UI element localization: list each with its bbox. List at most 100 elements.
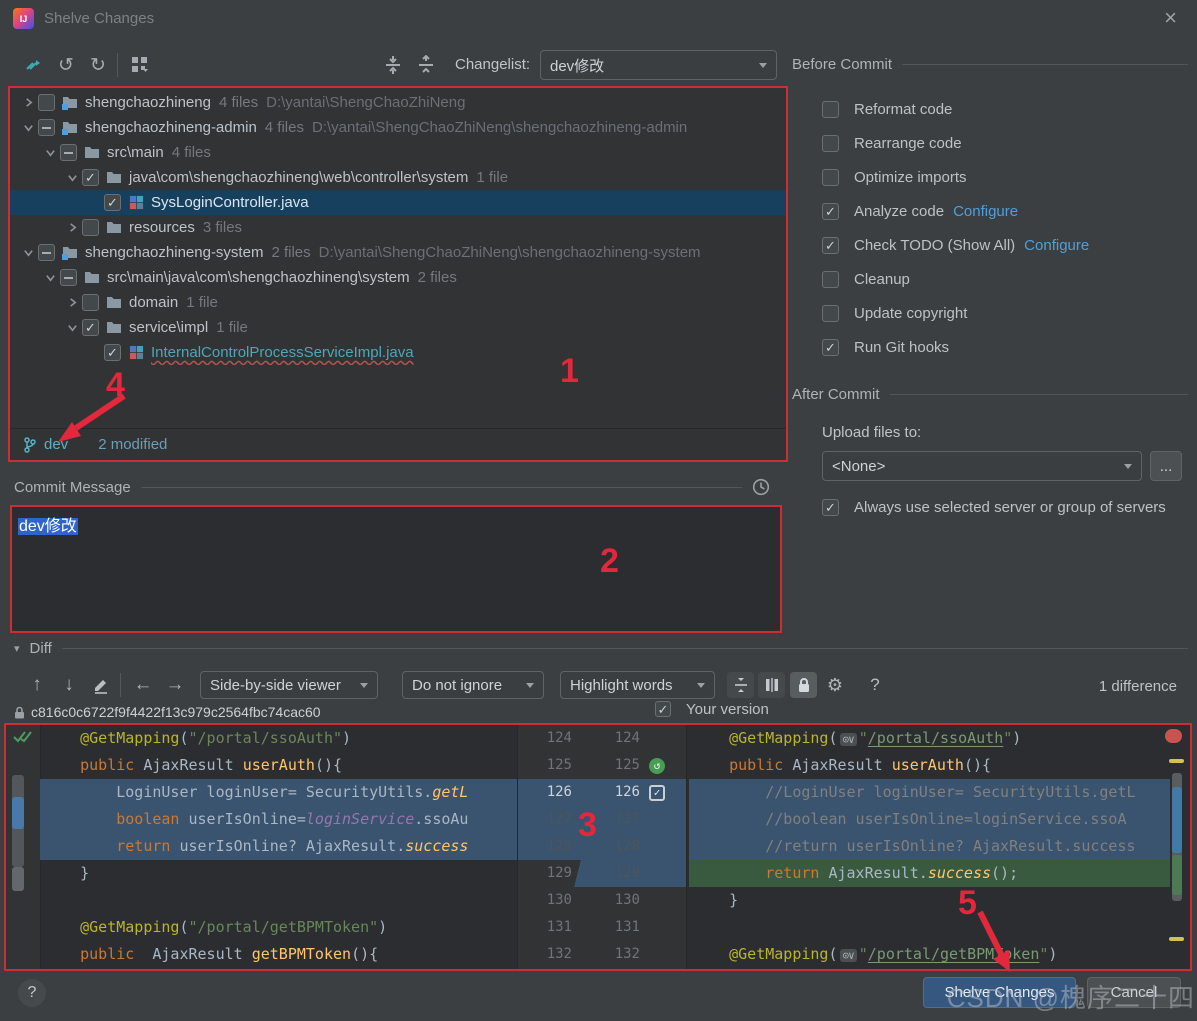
diff-left-editor[interactable]: @GetMapping("/portal/ssoAuth") public Aj… xyxy=(6,725,517,969)
revert-change-icon[interactable]: ↺ xyxy=(649,758,665,774)
changes-tree-panel[interactable]: shengchaozhineng4 filesD:\yantai\ShengCh… xyxy=(8,86,788,462)
diff-right-editor[interactable]: @GetMapping(⊙∨"/portal/ssoAuth") public … xyxy=(685,725,1190,969)
before-commit-option[interactable]: Analyze codeConfigure xyxy=(822,194,1192,228)
gear-settings-icon[interactable]: ⚙ xyxy=(822,672,848,698)
tree-node-checkbox[interactable] xyxy=(60,144,77,161)
whitespace-policy-dropdown[interactable]: Do not ignore xyxy=(402,671,544,699)
next-difference-icon[interactable]: ↓ xyxy=(56,672,82,698)
configure-link[interactable]: Configure xyxy=(953,203,1018,220)
changelist-value: dev修改 xyxy=(550,55,759,76)
chevron-expanded-icon[interactable] xyxy=(62,315,82,340)
upload-more-button[interactable]: ... xyxy=(1150,451,1182,481)
shelve-changes-button[interactable]: Shelve Changes xyxy=(923,977,1076,1008)
tree-row[interactable]: shengchaozhineng-admin4 filesD:\yantai\S… xyxy=(10,115,786,140)
modified-count[interactable]: 2 modified xyxy=(98,436,167,453)
collapse-all-icon[interactable] xyxy=(414,54,438,76)
your-version-row[interactable]: Your version xyxy=(655,697,769,721)
tree-row[interactable]: shengchaozhineng4 filesD:\yantai\ShengCh… xyxy=(10,90,786,115)
edit-pencil-icon[interactable] xyxy=(88,672,114,698)
previous-difference-icon[interactable]: ↑ xyxy=(24,672,50,698)
collapse-triangle-icon[interactable]: ▾ xyxy=(14,642,20,655)
expand-all-icon[interactable] xyxy=(381,54,405,76)
chevron-collapsed-icon[interactable] xyxy=(62,290,82,315)
tree-row[interactable]: resources3 files xyxy=(10,215,786,240)
diff-help-icon[interactable]: ? xyxy=(862,672,888,698)
before-commit-option[interactable]: Cleanup xyxy=(822,262,1192,296)
right-scrollbar-changed-mark[interactable] xyxy=(1172,787,1182,853)
tree-node-checkbox[interactable] xyxy=(38,119,55,136)
tree-node-checkbox[interactable] xyxy=(104,194,121,211)
undo-icon[interactable]: ↺ xyxy=(54,54,78,76)
option-checkbox[interactable] xyxy=(822,135,839,152)
option-label: Optimize imports xyxy=(854,169,967,186)
toolbar-divider xyxy=(117,53,118,77)
always-use-server-row[interactable]: Always use selected server or group of s… xyxy=(822,490,1166,524)
chevron-expanded-icon[interactable] xyxy=(40,265,60,290)
tree-row[interactable]: service\impl1 file xyxy=(10,315,786,340)
next-file-icon[interactable]: → xyxy=(162,672,188,698)
chevron-collapsed-icon[interactable] xyxy=(62,215,82,240)
left-scrollbar-thumb[interactable] xyxy=(12,867,24,891)
your-version-checkbox[interactable] xyxy=(655,701,671,717)
configure-link[interactable]: Configure xyxy=(1024,237,1089,254)
line-number-right: 125 xyxy=(584,752,640,779)
tree-row[interactable]: SysLoginController.java xyxy=(10,190,786,215)
option-checkbox[interactable] xyxy=(822,271,839,288)
synchronize-scrolling-icon[interactable] xyxy=(758,672,785,698)
tree-row[interactable]: shengchaozhineng-system2 filesD:\yantai\… xyxy=(10,240,786,265)
diff-panel[interactable]: @GetMapping("/portal/ssoAuth") public Aj… xyxy=(4,723,1192,971)
branch-name[interactable]: dev xyxy=(44,436,68,453)
include-change-checkbox[interactable]: ✓ xyxy=(649,785,665,801)
option-checkbox[interactable] xyxy=(822,339,839,356)
changelist-dropdown[interactable]: dev修改 xyxy=(540,50,777,80)
chevron-collapsed-icon[interactable] xyxy=(18,90,38,115)
tree-node-checkbox[interactable] xyxy=(38,244,55,261)
option-checkbox[interactable] xyxy=(822,169,839,186)
tree-node-checkbox[interactable] xyxy=(82,319,99,336)
tree-node-checkbox[interactable] xyxy=(82,219,99,236)
tree-node-checkbox[interactable] xyxy=(60,269,77,286)
before-commit-option[interactable]: Run Git hooks xyxy=(822,330,1192,364)
right-scrollbar-added-mark[interactable] xyxy=(1172,855,1182,895)
right-code-line: //boolean userIsOnline=loginService.ssoA xyxy=(689,806,1170,833)
disable-editing-lock-icon[interactable] xyxy=(790,672,817,698)
chevron-expanded-icon[interactable] xyxy=(18,115,38,140)
previous-file-icon[interactable]: ← xyxy=(130,672,156,698)
before-commit-option[interactable]: Rearrange code xyxy=(822,126,1192,160)
before-commit-option[interactable]: Optimize imports xyxy=(822,160,1192,194)
before-commit-option[interactable]: Reformat code xyxy=(822,92,1192,126)
viewer-mode-dropdown[interactable]: Side-by-side viewer xyxy=(200,671,378,699)
tree-node-checkbox[interactable] xyxy=(38,94,55,111)
option-checkbox[interactable] xyxy=(822,305,839,322)
shelve-silently-icon[interactable] xyxy=(22,54,46,76)
upload-target-dropdown[interactable]: <None> xyxy=(822,451,1142,481)
tree-node-checkbox[interactable] xyxy=(104,344,121,361)
tree-row[interactable]: src\main\java\com\shengchaozhineng\syste… xyxy=(10,265,786,290)
close-icon[interactable]: × xyxy=(1164,5,1177,31)
tree-node-checkbox[interactable] xyxy=(82,294,99,311)
option-checkbox[interactable] xyxy=(822,237,839,254)
tree-node-checkbox[interactable] xyxy=(82,169,99,186)
tree-row[interactable]: java\com\shengchaozhineng\web\controller… xyxy=(10,165,786,190)
refresh-icon[interactable]: ↻ xyxy=(86,54,110,76)
always-use-server-checkbox[interactable] xyxy=(822,499,839,516)
history-clock-icon[interactable] xyxy=(752,478,770,496)
collapse-unchanged-icon[interactable] xyxy=(727,672,754,698)
highlight-mode-dropdown[interactable]: Highlight words xyxy=(560,671,715,699)
option-checkbox[interactable] xyxy=(822,101,839,118)
left-scrollbar-changed-mark[interactable] xyxy=(12,797,24,829)
tree-row[interactable]: domain1 file xyxy=(10,290,786,315)
option-checkbox[interactable] xyxy=(822,203,839,220)
group-by-icon[interactable] xyxy=(128,54,152,76)
chevron-expanded-icon[interactable] xyxy=(40,140,60,165)
help-button[interactable]: ? xyxy=(18,979,46,1007)
tree-row[interactable]: InternalControlProcessServiceImpl.java xyxy=(10,340,786,365)
cancel-button[interactable]: Cancel xyxy=(1087,977,1181,1008)
before-commit-option[interactable]: Check TODO (Show All)Configure xyxy=(822,228,1192,262)
before-commit-option[interactable]: Update copyright xyxy=(822,296,1192,330)
git-branch-icon xyxy=(24,437,36,453)
chevron-expanded-icon[interactable] xyxy=(18,240,38,265)
tree-row[interactable]: src\main4 files xyxy=(10,140,786,165)
commit-message-input[interactable]: dev修改 xyxy=(10,505,782,633)
chevron-expanded-icon[interactable] xyxy=(62,165,82,190)
